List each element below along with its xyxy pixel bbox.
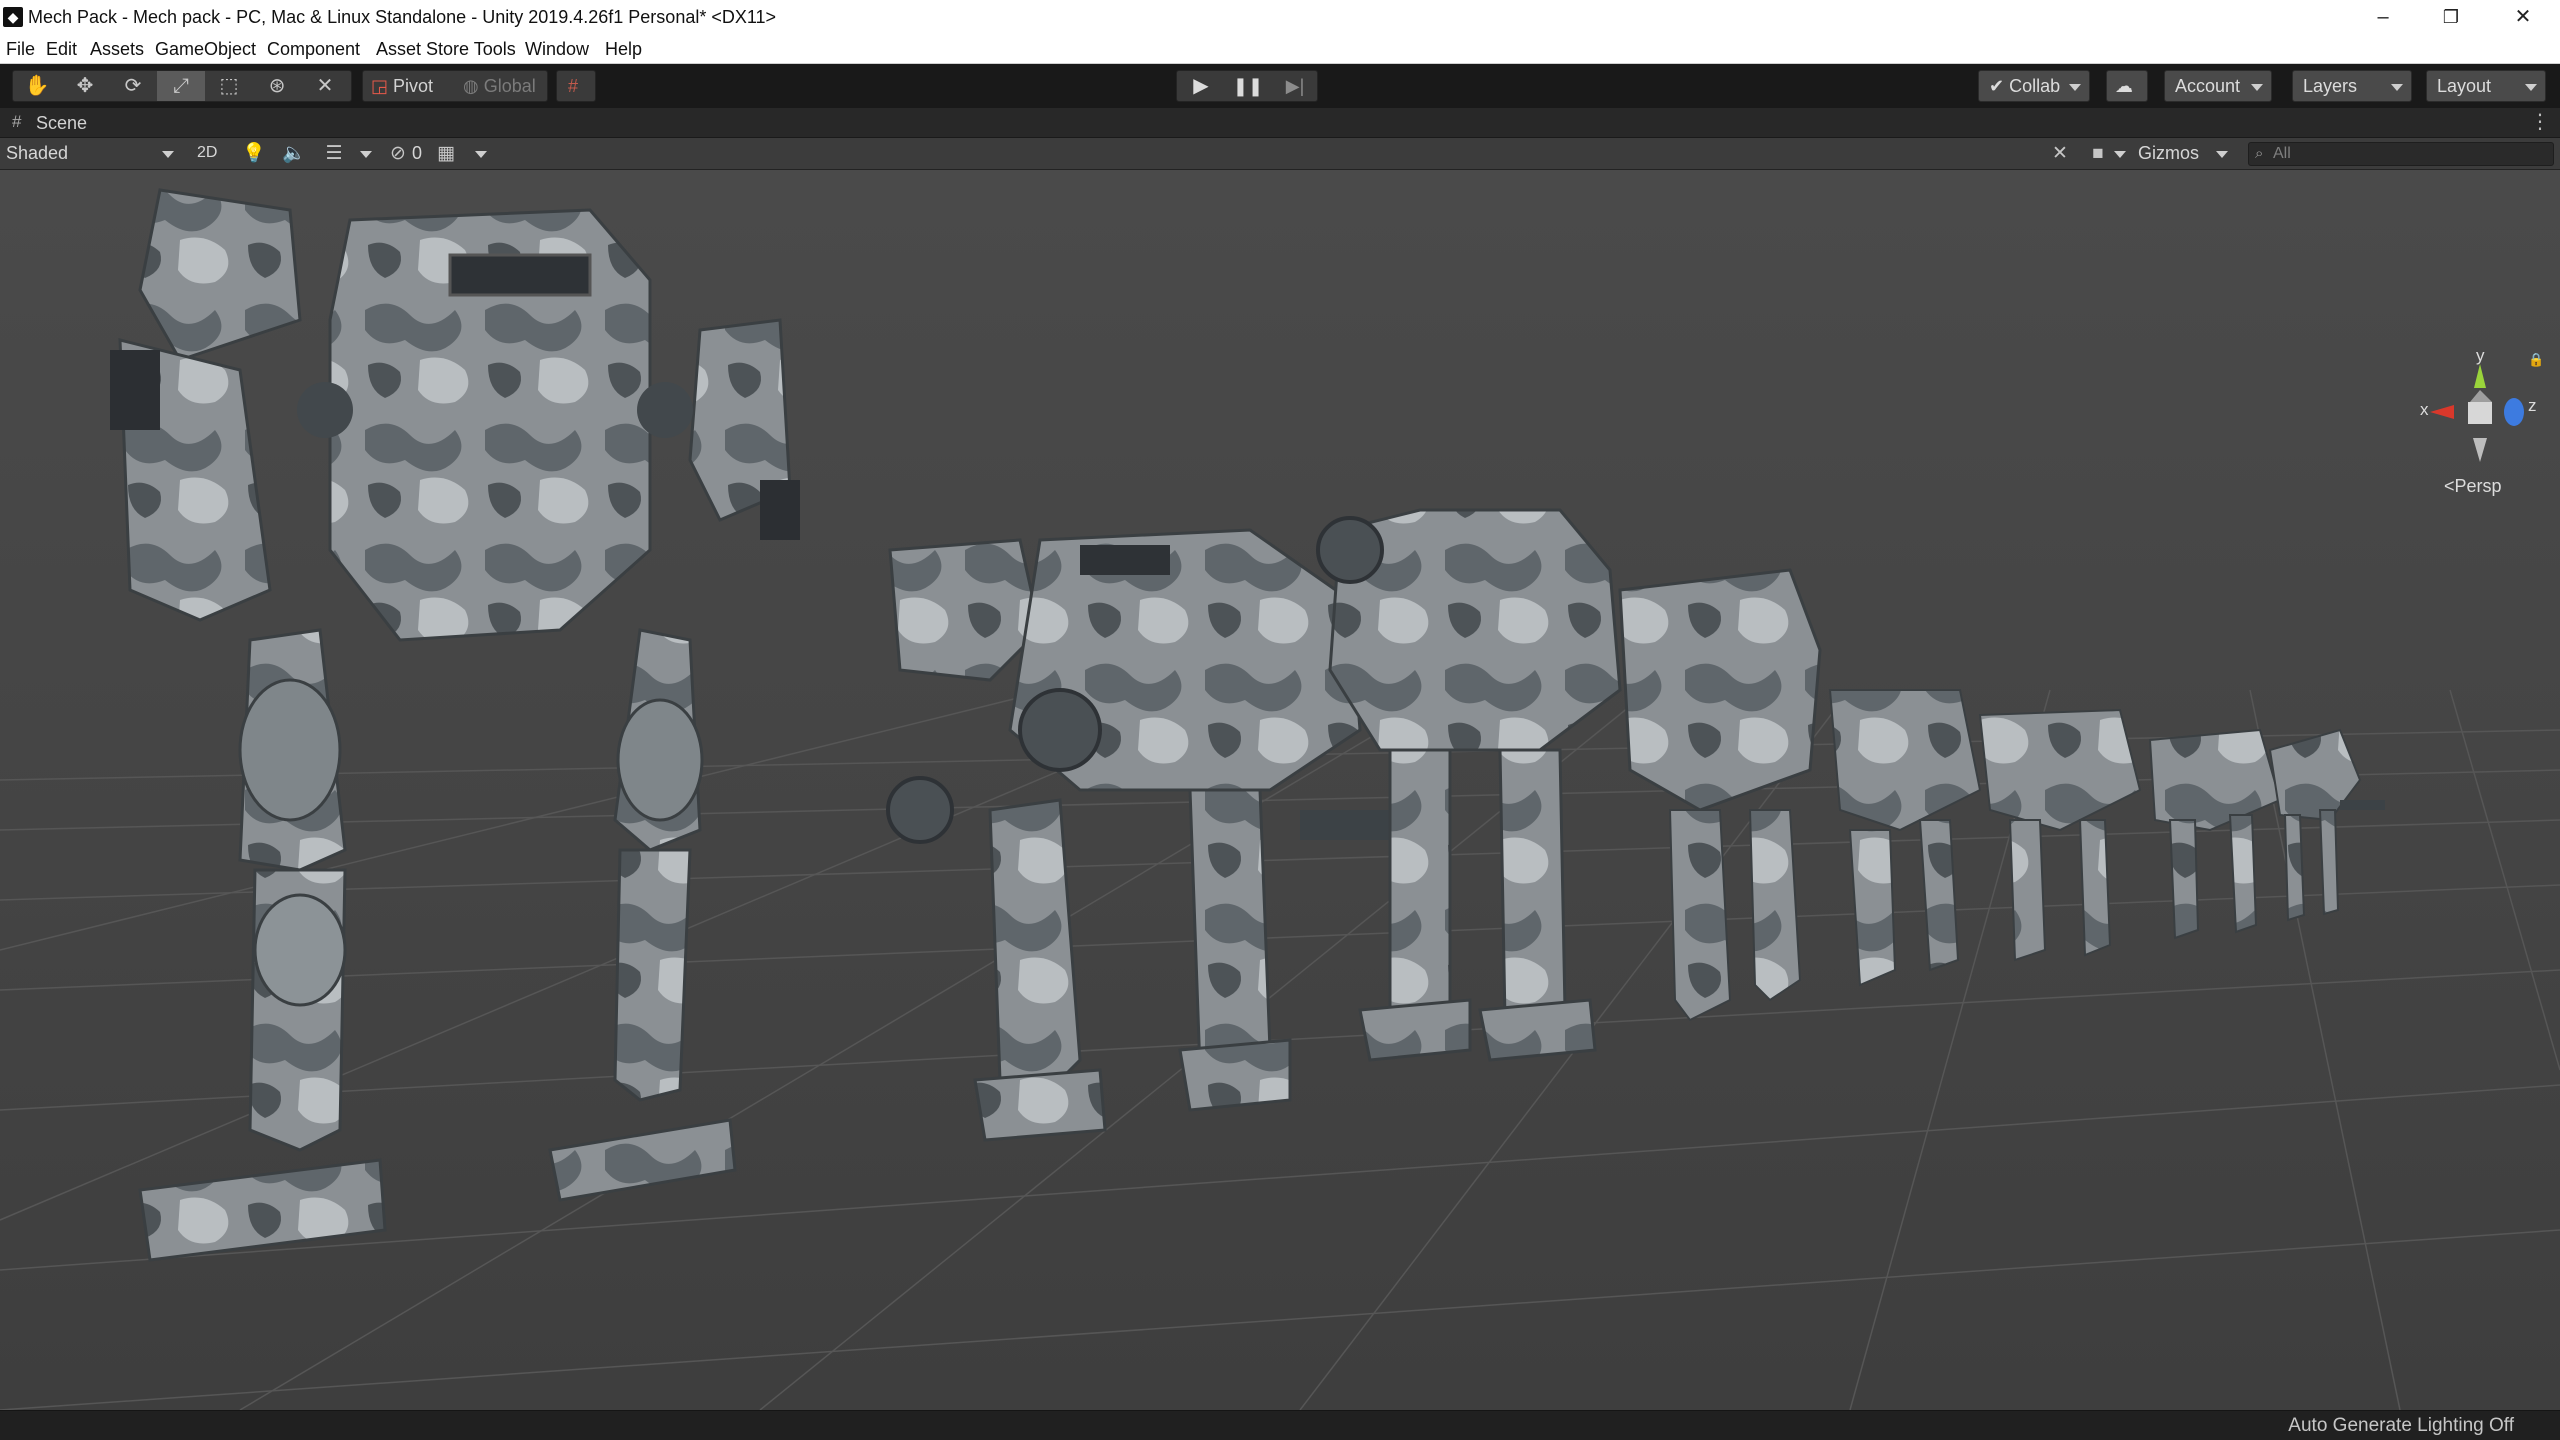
status-text[interactable]: Auto Generate Lighting Off	[2288, 1415, 2514, 1437]
gizmos-caret-icon[interactable]	[2216, 151, 2228, 158]
menu-window[interactable]: Window	[525, 37, 589, 61]
grid-snap-icon: #	[567, 76, 578, 96]
search-icon: ⌕	[2255, 145, 2264, 162]
collab-dropdown[interactable]: ✔ Collab	[1978, 70, 2090, 102]
toggle-2d-button[interactable]: 2D	[197, 142, 217, 164]
scene-render	[0, 170, 2560, 1410]
gizmo-z-label: z	[2528, 396, 2537, 415]
projection-toggle[interactable]: <Persp	[2444, 476, 2502, 496]
step-button[interactable]: ▶|	[1271, 71, 1319, 101]
draw-mode-dropdown[interactable]: Shaded	[6, 142, 176, 164]
menu-help[interactable]: Help	[605, 37, 642, 61]
hidden-objects-icon[interactable]: ⊘	[384, 141, 412, 167]
cloud-icon: ☁	[2115, 76, 2133, 96]
menu-edit[interactable]: Edit	[46, 37, 77, 61]
hidden-objects-count: 0	[412, 143, 423, 163]
menu-bar: File Edit Assets GameObject Component As…	[0, 34, 2560, 64]
hand-tool-icon[interactable]: ✋	[13, 71, 61, 101]
title-bar: ◆ Mech Pack - Mech pack - PC, Mac & Linu…	[0, 0, 2560, 34]
menu-gameobject[interactable]: GameObject	[155, 37, 256, 61]
camera-settings-icon[interactable]: ■	[2084, 141, 2112, 167]
scene-toolbar: Shaded 2D 💡 🔈 ☰ ⊘ 0 ▦ ✕ ■ Gizmos	[0, 138, 2560, 170]
lock-icon[interactable]: 🔒	[2528, 350, 2544, 370]
pivot-button[interactable]: ◲ Pivot	[371, 71, 433, 101]
menu-file[interactable]: File	[6, 37, 35, 61]
gizmos-dropdown[interactable]: Gizmos	[2138, 142, 2199, 164]
minimize-button[interactable]: –	[2346, 0, 2420, 34]
rect-tool-icon[interactable]: ⬚	[205, 71, 253, 101]
menu-component[interactable]: Component	[267, 37, 360, 61]
perspective-icon: <	[2444, 476, 2455, 496]
account-label: Account	[2175, 76, 2241, 96]
main-toolbar: ✋ ✥ ⟳ ⤢ ⬚ ⊛ ✕ ◲ Pivot ◍ Global # ▶ ❚❚ ▶|…	[0, 64, 2560, 108]
global-button[interactable]: ◍ Global	[463, 71, 536, 101]
audio-toggle-icon[interactable]: 🔈	[280, 141, 308, 167]
lighting-toggle-icon[interactable]: 💡	[240, 141, 268, 167]
scene-tab-header: # Scene ⋮	[0, 108, 2560, 138]
globe-icon: ◍	[463, 76, 479, 96]
pause-button[interactable]: ❚❚	[1224, 71, 1272, 101]
rotate-tool-icon[interactable]: ⟳	[109, 71, 157, 101]
gizmo-x-label: x	[2420, 400, 2429, 419]
account-dropdown[interactable]: Account	[2164, 70, 2272, 102]
draw-mode-caret-icon	[162, 151, 174, 158]
custom-tool-icon[interactable]: ✕	[301, 71, 349, 101]
scene-search-input[interactable]	[2273, 144, 2549, 164]
unity-logo-icon: ◆	[3, 7, 23, 27]
grid-caret-icon[interactable]	[475, 151, 487, 158]
playback-group: ▶ ❚❚ ▶|	[1176, 70, 1318, 102]
status-bar: Auto Generate Lighting Off	[0, 1410, 2560, 1440]
effects-caret-icon[interactable]	[360, 151, 372, 158]
menu-asset-store-tools[interactable]: Asset Store Tools	[376, 37, 516, 61]
check-icon: ✔	[1989, 76, 2005, 96]
layout-label: Layout	[2437, 76, 2492, 96]
transform-tools-group: ✋ ✥ ⟳ ⤢ ⬚ ⊛ ✕	[12, 70, 352, 102]
scale-tool-icon[interactable]: ⤢	[157, 71, 205, 101]
window-title: Mech Pack - Mech pack - PC, Mac & Linux …	[28, 7, 777, 27]
menu-assets[interactable]: Assets	[90, 37, 144, 61]
tools-toggle-icon[interactable]: ✕	[2046, 141, 2074, 167]
collab-label: Collab	[2009, 76, 2061, 96]
gizmo-y-label: y	[2476, 346, 2485, 365]
tab-scene[interactable]: Scene	[36, 112, 87, 134]
scene-grid-icon: #	[12, 112, 22, 131]
global-label: Global	[483, 76, 536, 96]
transform-tool-icon[interactable]: ⊛	[253, 71, 301, 101]
layout-dropdown[interactable]: Layout	[2426, 70, 2546, 102]
camera-caret-icon[interactable]	[2114, 151, 2126, 158]
pivot-icon: ◲	[371, 76, 389, 96]
close-button[interactable]: ✕	[2486, 0, 2560, 34]
scene-viewport[interactable]: y x z <Persp 🔒	[0, 170, 2560, 1410]
pivot-global-group: ◲ Pivot ◍ Global	[362, 70, 548, 102]
move-tool-icon[interactable]: ✥	[61, 71, 109, 101]
scene-search: ⌕	[2248, 142, 2554, 166]
effects-toggle-icon[interactable]: ☰	[320, 141, 348, 167]
maximize-button[interactable]: ❐	[2414, 0, 2488, 34]
pivot-label: Pivot	[393, 76, 434, 96]
orientation-gizmo[interactable]: y x z <Persp 🔒	[2410, 346, 2550, 510]
layers-dropdown[interactable]: Layers	[2292, 70, 2412, 102]
cloud-button[interactable]: ☁	[2106, 70, 2148, 102]
grid-toggle-icon[interactable]: ▦	[432, 141, 460, 167]
play-button[interactable]: ▶	[1177, 71, 1225, 101]
layers-label: Layers	[2303, 76, 2358, 96]
grid-snap-button[interactable]: #	[556, 70, 596, 102]
tab-menu-icon[interactable]: ⋮	[2530, 111, 2550, 133]
projection-label: Persp	[2454, 476, 2502, 496]
